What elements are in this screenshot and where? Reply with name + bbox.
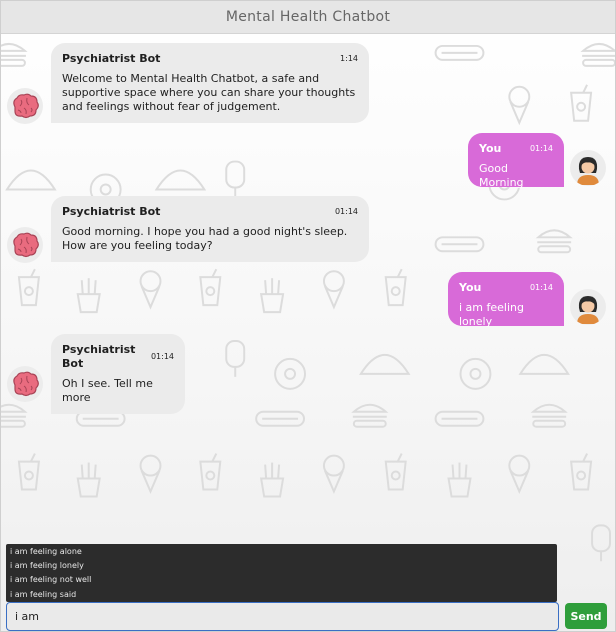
- sender-name: You: [459, 281, 482, 294]
- message-list: Psychiatrist Bot 1:14 Welcome to Mental …: [1, 34, 615, 544]
- message-time: 01:14: [150, 352, 174, 361]
- autocomplete-dropdown: i am feeling alone i am feeling lonely i…: [6, 544, 557, 602]
- user-avatar: [570, 150, 606, 186]
- autocomplete-option[interactable]: i am feeling not well: [10, 573, 553, 587]
- message-text: Good morning. I hope you had a good nigh…: [62, 225, 348, 252]
- bot-avatar: [7, 366, 43, 402]
- message-text: Good Morning: [479, 162, 524, 189]
- user-avatar-icon: [577, 296, 599, 324]
- user-avatar: [570, 289, 606, 325]
- bot-avatar: [7, 227, 43, 263]
- message-bubble: You 01:14 Good Morning: [468, 133, 564, 189]
- sender-name: You: [479, 142, 502, 155]
- message-bubble: Psychiatrist Bot 01:14 Oh I see. Tell me…: [51, 334, 185, 414]
- app-title: Mental Health Chatbot: [225, 9, 391, 25]
- bot-avatar: [7, 88, 43, 124]
- user-avatar-icon: [577, 157, 599, 185]
- bot-message: Psychiatrist Bot 01:14 Good morning. I h…: [7, 195, 369, 263]
- message-time: 01:14: [334, 207, 358, 216]
- autocomplete-option[interactable]: i am feeling alone: [10, 545, 553, 559]
- message-bubble: Psychiatrist Bot 1:14 Welcome to Mental …: [51, 43, 369, 123]
- message-bubble: Psychiatrist Bot 01:14 Good morning. I h…: [51, 196, 369, 262]
- send-button[interactable]: Send: [565, 603, 607, 629]
- user-message: You 01:14 Good Morning: [468, 133, 606, 189]
- bot-message: Psychiatrist Bot 1:14 Welcome to Mental …: [7, 42, 369, 124]
- brain-icon: [13, 371, 39, 397]
- message-input[interactable]: [6, 602, 559, 631]
- brain-icon: [13, 232, 39, 258]
- message-time: 1:14: [340, 54, 358, 63]
- chat-app-window: Mental Health Chatbot Psychiatrist Bot 1…: [0, 0, 616, 632]
- message-time: 01:14: [529, 283, 553, 292]
- message-text: Oh I see. Tell me more: [62, 377, 153, 404]
- message-time: 01:14: [529, 144, 553, 153]
- autocomplete-option[interactable]: i am feeling said: [10, 588, 553, 602]
- app-header: Mental Health Chatbot: [1, 1, 615, 34]
- autocomplete-option[interactable]: i am feeling lonely: [10, 559, 553, 573]
- message-bubble: You 01:14 i am feeling lonely: [448, 272, 564, 328]
- brain-icon: [13, 93, 39, 119]
- sender-name: Psychiatrist Bot: [62, 52, 161, 65]
- user-message: You 01:14 i am feeling lonely: [448, 272, 606, 328]
- bot-message: Psychiatrist Bot 01:14 Oh I see. Tell me…: [7, 334, 185, 414]
- sender-name: Psychiatrist Bot: [62, 205, 161, 218]
- message-text: i am feeling lonely: [459, 301, 524, 328]
- sender-name: Psychiatrist Bot: [62, 343, 136, 370]
- message-text: Welcome to Mental Health Chatbot, a safe…: [62, 72, 356, 113]
